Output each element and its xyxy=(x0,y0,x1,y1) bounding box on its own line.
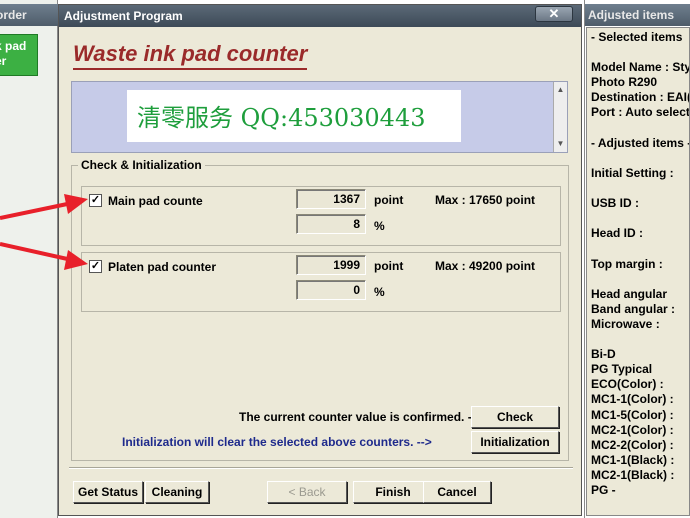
adjusted-line: Head angular xyxy=(591,287,668,301)
adjusted-line: Band angular : xyxy=(591,302,676,316)
info-box: 清零服务 QQ:453030443 ▲ ▼ xyxy=(71,81,568,153)
footer-separator xyxy=(69,467,573,469)
left-window-title: order xyxy=(0,4,58,26)
right-window-title: Adjusted items xyxy=(585,4,690,26)
adjusted-line: PG - xyxy=(591,483,616,497)
adjusted-line: PG Typical xyxy=(591,362,653,376)
back-button[interactable]: < Back xyxy=(267,481,347,503)
main-pad-checkbox[interactable]: ✓ xyxy=(89,194,102,207)
main-pad-group: ✓ Main pad counte 1367 point Max : 17650… xyxy=(81,186,561,246)
platen-pad-group: ✓ Platen pad counter 1999 point Max : 49… xyxy=(81,252,561,312)
adjusted-line: - Selected items xyxy=(591,30,683,44)
adjusted-line: Port : Auto select xyxy=(591,105,690,119)
adjusted-line: Initial Setting : xyxy=(591,166,674,180)
adjusted-line: Bi-D xyxy=(591,347,616,361)
adjusted-line: MC2-2(Color) : xyxy=(591,438,674,452)
adjustment-program-dialog: Adjustment Program ✕ Waste ink pad count… xyxy=(58,4,582,516)
cleaning-button[interactable]: Cleaning xyxy=(145,481,209,503)
adjusted-line: MC2-1(Color) : xyxy=(591,423,674,437)
adjusted-line: Top margin : xyxy=(591,257,663,271)
left-green-button[interactable]: k pad er xyxy=(0,34,38,76)
finish-button[interactable]: Finish xyxy=(353,481,433,503)
platen-pad-point-unit: point xyxy=(374,259,404,273)
adjusted-line: MC2-1(Black) : xyxy=(591,468,675,482)
left-green-button-line-2: er xyxy=(0,54,7,68)
platen-pad-max: Max : 49200 point xyxy=(435,259,536,273)
page-heading: Waste ink pad counter xyxy=(73,41,308,70)
info-text: 清零服务 QQ:453030443 xyxy=(137,104,426,132)
get-status-button[interactable]: Get Status xyxy=(73,481,143,503)
main-pad-point-value: 1367 xyxy=(296,189,366,209)
adjusted-line: ECO(Color) : xyxy=(591,377,664,391)
scroll-down-icon[interactable]: ▼ xyxy=(554,138,567,150)
platen-pad-point-value: 1999 xyxy=(296,255,366,275)
adjusted-line: USB ID : xyxy=(591,196,639,210)
adjusted-line: Photo R290 xyxy=(591,75,658,89)
info-white-area: 清零服务 QQ:453030443 xyxy=(127,90,461,142)
main-pad-percent-unit: % xyxy=(374,219,385,233)
platen-pad-label: Platen pad counter xyxy=(108,260,217,274)
initialization-button[interactable]: Initialization xyxy=(471,431,559,453)
adjusted-line: - Adjusted items - xyxy=(591,136,690,150)
main-pad-point-unit: point xyxy=(374,193,404,207)
cancel-button[interactable]: Cancel xyxy=(423,481,491,503)
close-button[interactable]: ✕ xyxy=(535,6,573,22)
scroll-up-icon[interactable]: ▲ xyxy=(554,84,567,96)
adjusted-line: Destination : EAI( xyxy=(591,90,690,104)
platen-pad-percent-unit: % xyxy=(374,285,385,299)
adjusted-line: Microwave : xyxy=(591,317,660,331)
dialog-titlebar: Adjustment Program ✕ xyxy=(59,5,581,27)
adjusted-line: MC1-5(Color) : xyxy=(591,408,674,422)
confirm-text: The current counter value is confirmed. … xyxy=(239,410,483,424)
init-text: Initialization will clear the selected a… xyxy=(122,435,432,449)
close-icon: ✕ xyxy=(548,6,560,21)
main-pad-max: Max : 17650 point xyxy=(435,193,536,207)
adjusted-items-panel: - Selected items Model Name : Sty Photo … xyxy=(586,27,690,516)
adjusted-line: Head ID : xyxy=(591,226,644,240)
platen-pad-checkbox[interactable]: ✓ xyxy=(89,260,102,273)
left-green-button-line-1: k pad xyxy=(0,39,27,53)
main-pad-percent-value: 8 xyxy=(296,214,366,234)
adjusted-line: MC1-1(Black) : xyxy=(591,453,675,467)
dialog-title: Adjustment Program xyxy=(64,9,183,23)
adjusted-line: Model Name : Sty xyxy=(591,60,690,74)
left-background-window: order k pad er xyxy=(0,0,58,518)
adjusted-items-window: Adjusted items - Selected items Model Na… xyxy=(584,0,690,518)
check-group-label: Check & Initialization xyxy=(78,158,205,172)
platen-pad-percent-value: 0 xyxy=(296,280,366,300)
main-pad-label: Main pad counte xyxy=(108,194,203,208)
check-button[interactable]: Check xyxy=(471,406,559,428)
info-scrollbar[interactable]: ▲ ▼ xyxy=(553,82,567,152)
adjusted-line: MC1-1(Color) : xyxy=(591,392,674,406)
